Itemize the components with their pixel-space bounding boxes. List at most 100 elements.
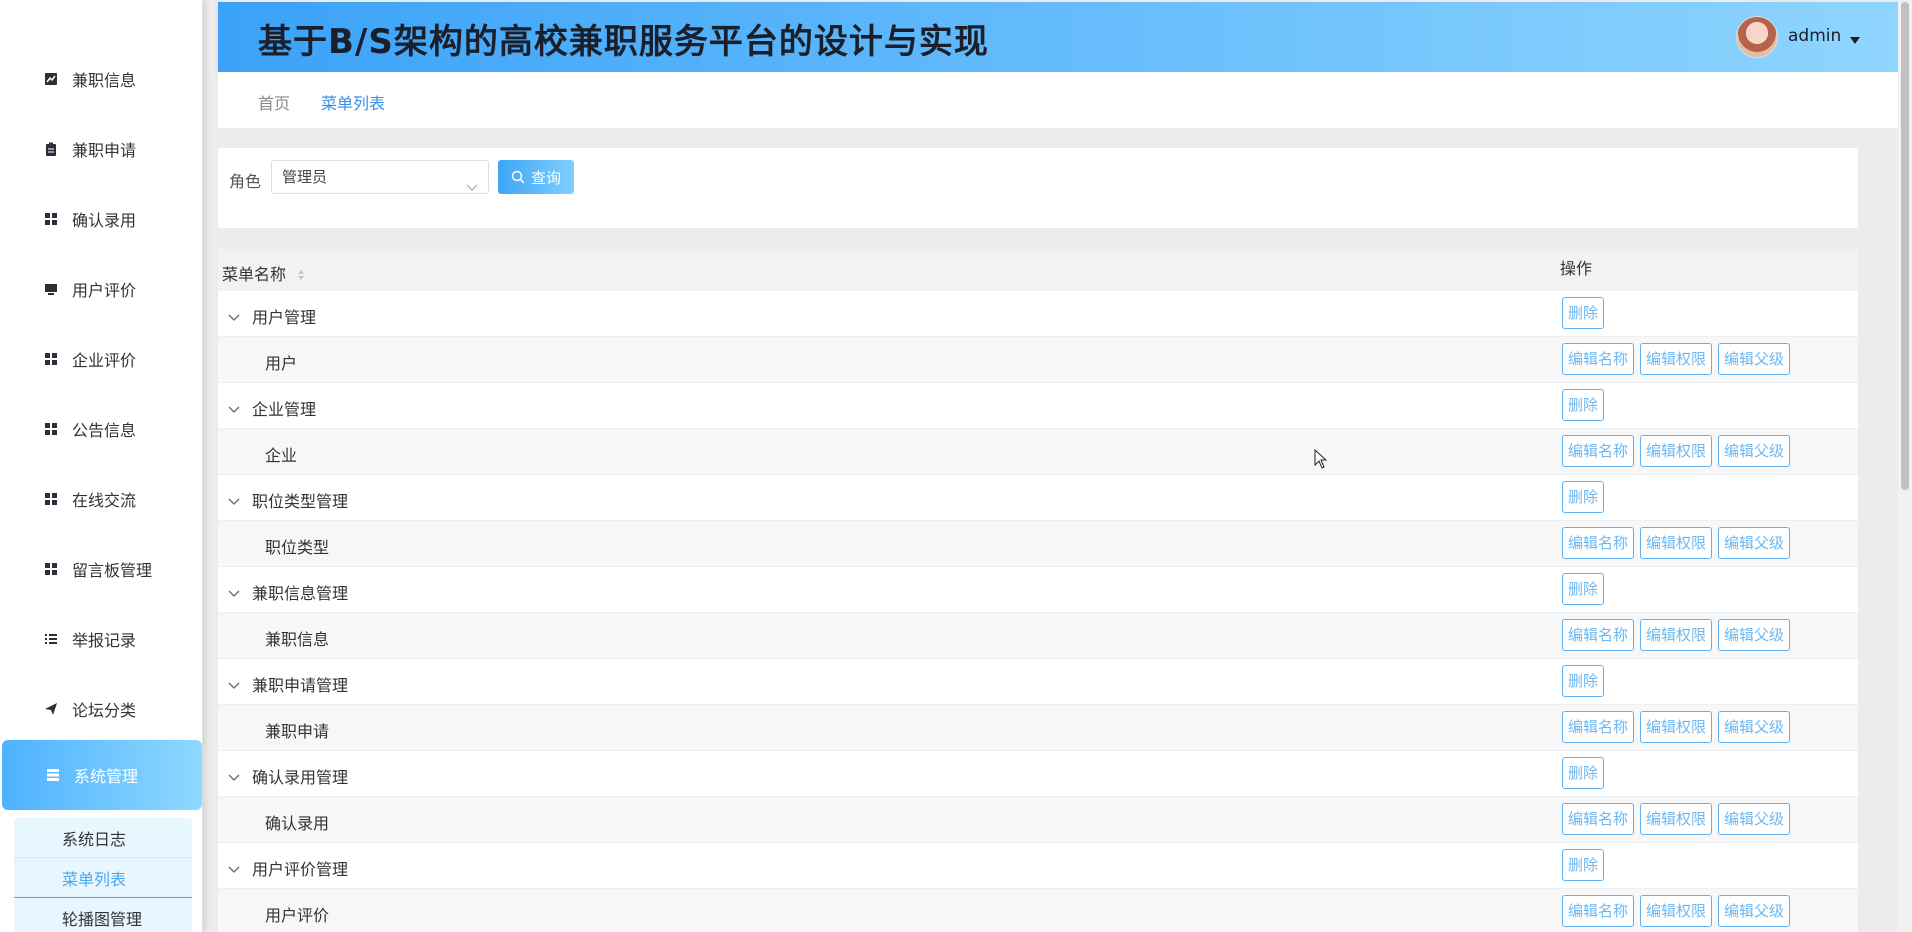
edit-name-button[interactable]: 编辑名称 (1562, 619, 1635, 651)
row-label: 兼职信息管理 (252, 584, 349, 603)
column-header-name[interactable]: 菜单名称 (222, 261, 305, 285)
table-row: 兼职申请管理 删除 (218, 659, 1858, 705)
row-label: 用户管理 (252, 308, 317, 327)
row-label: 企业 (265, 446, 298, 465)
row-actions: 编辑名称 编辑权限 编辑父级 (1562, 803, 1791, 835)
caret-down-icon[interactable] (1850, 30, 1860, 49)
row-actions: 编辑名称 编辑权限 编辑父级 (1562, 435, 1791, 467)
menu-table: 菜单名称 操作 用户管理 删除 用户 编辑名称 编辑权限 编辑父级 企业管理 删除 企业 编辑名称… (218, 249, 1858, 932)
send-icon (44, 702, 58, 716)
delete-button[interactable]: 删除 (1562, 573, 1605, 605)
role-label: 角色 (229, 172, 262, 191)
submenu-item-carousel[interactable]: 轮播图管理 (14, 898, 192, 932)
row-actions: 删除 (1562, 297, 1605, 329)
sidebar-item-forum-category[interactable]: 论坛分类 (0, 674, 202, 744)
edit-permission-button[interactable]: 编辑权限 (1640, 527, 1713, 559)
expand-chevron-icon[interactable] (228, 583, 240, 602)
sidebar-item-announcements[interactable]: 公告信息 (0, 394, 202, 464)
row-label: 企业管理 (252, 400, 317, 419)
role-select[interactable]: 管理员 (271, 160, 489, 194)
edit-parent-button[interactable]: 编辑父级 (1718, 343, 1791, 375)
sort-icon[interactable] (297, 266, 305, 285)
sidebar-item-reports[interactable]: 举报记录 (0, 604, 202, 674)
expand-chevron-icon[interactable] (228, 307, 240, 326)
sidebar-item-label: 留言板管理 (72, 561, 153, 580)
expand-chevron-icon[interactable] (228, 675, 240, 694)
edit-name-button[interactable]: 编辑名称 (1562, 435, 1635, 467)
delete-button[interactable]: 删除 (1562, 297, 1605, 329)
avatar[interactable] (1736, 16, 1778, 58)
edit-parent-button[interactable]: 编辑父级 (1718, 527, 1791, 559)
submenu-item-system-log[interactable]: 系统日志 (14, 818, 192, 858)
edit-name-button[interactable]: 编辑名称 (1562, 343, 1635, 375)
edit-permission-button[interactable]: 编辑权限 (1640, 435, 1713, 467)
row-actions: 编辑名称 编辑权限 编辑父级 (1562, 895, 1791, 927)
row-actions: 编辑名称 编辑权限 编辑父级 (1562, 343, 1791, 375)
edit-name-button[interactable]: 编辑名称 (1562, 527, 1635, 559)
sidebar-item-part-time-info[interactable]: 兼职信息 (0, 44, 202, 114)
expand-chevron-icon[interactable] (228, 491, 240, 510)
chart-icon (44, 72, 58, 86)
row-actions: 删除 (1562, 665, 1605, 697)
table-row: 职位类型 编辑名称 编辑权限 编辑父级 (218, 521, 1858, 567)
grid-icon (44, 212, 58, 226)
table-row: 企业 编辑名称 编辑权限 编辑父级 (218, 429, 1858, 475)
table-row: 用户评价管理 删除 (218, 843, 1858, 889)
expand-chevron-icon[interactable] (228, 859, 240, 878)
edit-parent-button[interactable]: 编辑父级 (1718, 803, 1791, 835)
sidebar-item-message-board[interactable]: 留言板管理 (0, 534, 202, 604)
sidebar-item-company-review[interactable]: 企业评价 (0, 324, 202, 394)
edit-permission-button[interactable]: 编辑权限 (1640, 803, 1713, 835)
sidebar-item-confirm-hire[interactable]: 确认录用 (0, 184, 202, 254)
edit-name-button[interactable]: 编辑名称 (1562, 895, 1635, 927)
sidebar-item-system-management[interactable]: 系统管理 (2, 740, 202, 810)
sidebar-item-label: 举报记录 (72, 631, 137, 650)
submenu-item-menu-list[interactable]: 菜单列表 (14, 858, 192, 898)
row-label: 确认录用管理 (252, 768, 349, 787)
row-actions: 删除 (1562, 849, 1605, 881)
edit-parent-button[interactable]: 编辑父级 (1718, 711, 1791, 743)
edit-permission-button[interactable]: 编辑权限 (1640, 895, 1713, 927)
sidebar-item-label: 论坛分类 (72, 701, 137, 720)
list-icon (44, 632, 58, 646)
query-button[interactable]: 查询 (498, 160, 574, 194)
sidebar-item-online-chat[interactable]: 在线交流 (0, 464, 202, 534)
row-label: 用户评价管理 (252, 860, 349, 879)
table-row: 确认录用管理 删除 (218, 751, 1858, 797)
edit-permission-button[interactable]: 编辑权限 (1640, 619, 1713, 651)
sidebar-item-label: 兼职信息 (72, 71, 137, 90)
expand-chevron-icon[interactable] (228, 767, 240, 786)
edit-permission-button[interactable]: 编辑权限 (1640, 343, 1713, 375)
expand-chevron-icon[interactable] (228, 399, 240, 418)
edit-name-button[interactable]: 编辑名称 (1562, 803, 1635, 835)
row-label: 用户 (265, 354, 298, 373)
mouse-cursor-icon (1314, 449, 1328, 469)
breadcrumb-home[interactable]: 首页 (258, 90, 290, 114)
row-actions: 编辑名称 编辑权限 编辑父级 (1562, 711, 1791, 743)
delete-button[interactable]: 删除 (1562, 481, 1605, 513)
header: 基于B/S架构的高校兼职服务平台的设计与实现 admin (218, 2, 1898, 72)
user-name[interactable]: admin (1788, 26, 1841, 46)
page-scrollbar[interactable] (1898, 0, 1912, 932)
edit-parent-button[interactable]: 编辑父级 (1718, 895, 1791, 927)
sidebar-item-user-review[interactable]: 用户评价 (0, 254, 202, 324)
column-header-name-label: 菜单名称 (222, 265, 287, 284)
sidebar-item-label: 确认录用 (72, 211, 137, 230)
grid-icon (44, 422, 58, 436)
delete-button[interactable]: 删除 (1562, 389, 1605, 421)
row-label: 用户评价 (265, 906, 330, 925)
delete-button[interactable]: 删除 (1562, 757, 1605, 789)
edit-name-button[interactable]: 编辑名称 (1562, 711, 1635, 743)
delete-button[interactable]: 删除 (1562, 849, 1605, 881)
sidebar-item-label: 兼职申请 (72, 141, 137, 160)
row-label: 职位类型管理 (252, 492, 349, 511)
edit-permission-button[interactable]: 编辑权限 (1640, 711, 1713, 743)
scroll-thumb[interactable] (1901, 2, 1909, 490)
edit-parent-button[interactable]: 编辑父级 (1718, 435, 1791, 467)
edit-parent-button[interactable]: 编辑父级 (1718, 619, 1791, 651)
sidebar-item-part-time-apply[interactable]: 兼职申请 (0, 114, 202, 184)
chevron-down-icon (466, 171, 478, 203)
table-row: 企业管理 删除 (218, 383, 1858, 429)
search-panel: 角色 管理员 查询 (218, 148, 1858, 228)
delete-button[interactable]: 删除 (1562, 665, 1605, 697)
